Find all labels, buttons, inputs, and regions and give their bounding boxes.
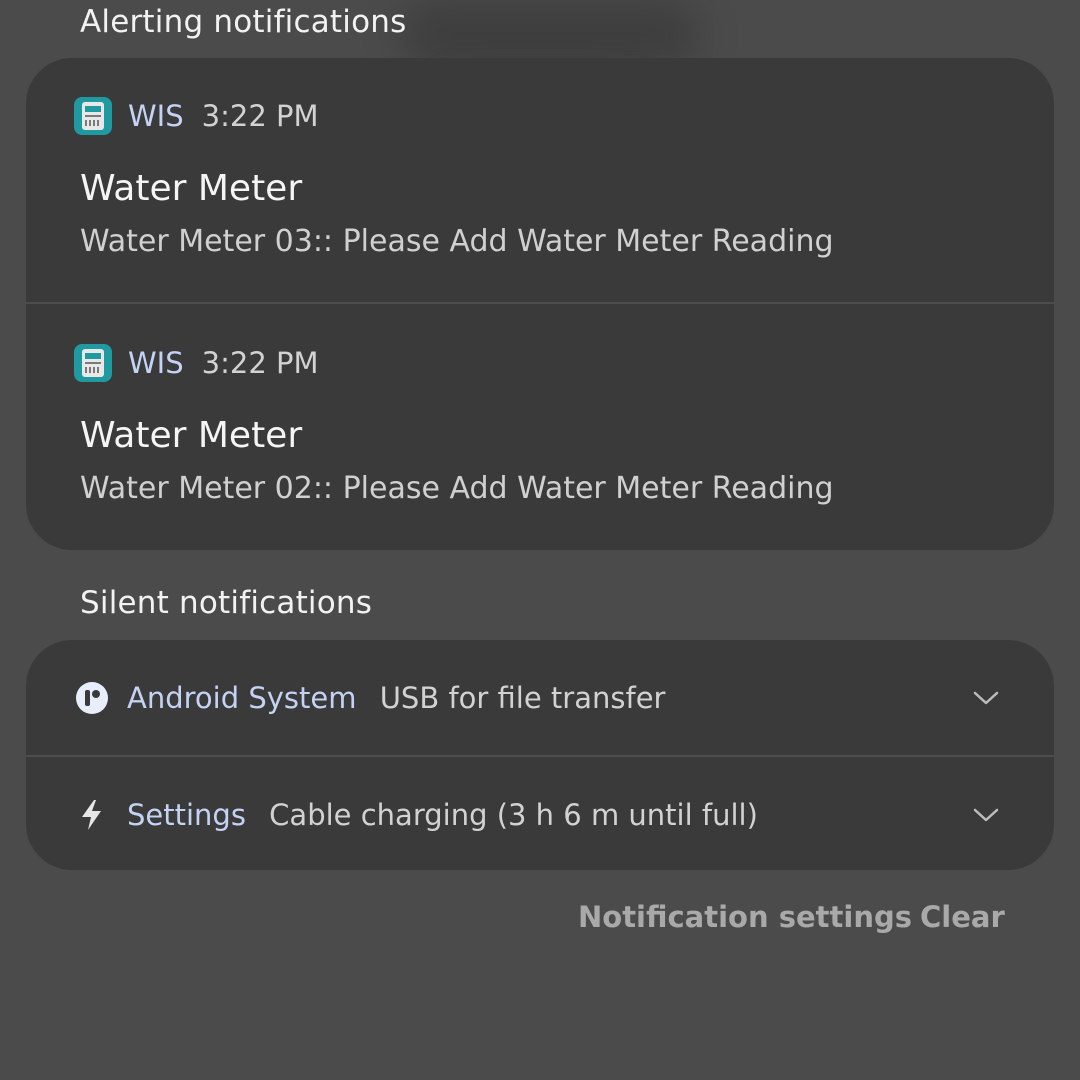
notification-settings-button[interactable]: Notification settings	[578, 900, 912, 934]
app-name-label: Android System	[127, 681, 357, 715]
app-name: Android System USB for file transfer	[127, 681, 665, 715]
app-name-label: Settings	[127, 798, 246, 832]
app-name: Settings Cable charging (3 h 6 m until f…	[127, 798, 758, 832]
notification-item[interactable]: Android System USB for file transfer	[26, 640, 1054, 756]
notification-time: 3:22 PM	[201, 346, 319, 380]
water-meter-icon	[74, 97, 112, 135]
notification-item[interactable]: Settings Cable charging (3 h 6 m until f…	[26, 757, 1054, 870]
notification-title: Water Meter	[80, 415, 303, 456]
silent-notifications-heading: Silent notifications	[80, 585, 373, 621]
chevron-down-icon[interactable]	[972, 801, 1000, 829]
notification-text: Cable charging (3 h 6 m until full)	[269, 798, 758, 832]
notification-header: WIS 3:22 PM	[74, 96, 319, 136]
notification-text: Water Meter 03:: Please Add Water Meter …	[80, 224, 834, 259]
notification-time: 3:22 PM	[201, 99, 319, 133]
notification-text: USB for file transfer	[379, 681, 666, 715]
clear-button[interactable]: Clear	[920, 900, 1005, 934]
app-name: WIS	[128, 346, 184, 380]
alerting-notifications-heading: Alerting notifications	[80, 4, 407, 40]
chevron-down-icon[interactable]	[972, 684, 1000, 712]
notification-item[interactable]: WIS 3:22 PM Water Meter Water Meter 03::…	[26, 58, 1054, 303]
notification-item[interactable]: WIS 3:22 PM Water Meter Water Meter 02::…	[26, 304, 1054, 550]
lightning-bolt-icon	[74, 797, 110, 833]
notification-title: Water Meter	[80, 168, 303, 209]
alerting-notifications-card: WIS 3:22 PM Water Meter Water Meter 03::…	[26, 58, 1054, 550]
android-system-icon	[74, 680, 110, 716]
water-meter-icon	[74, 344, 112, 382]
notification-text: Water Meter 02:: Please Add Water Meter …	[80, 471, 834, 506]
silent-notifications-card: Android System USB for file transfer Set…	[26, 640, 1054, 870]
app-name: WIS	[128, 99, 184, 133]
notification-header: WIS 3:22 PM	[74, 343, 319, 383]
